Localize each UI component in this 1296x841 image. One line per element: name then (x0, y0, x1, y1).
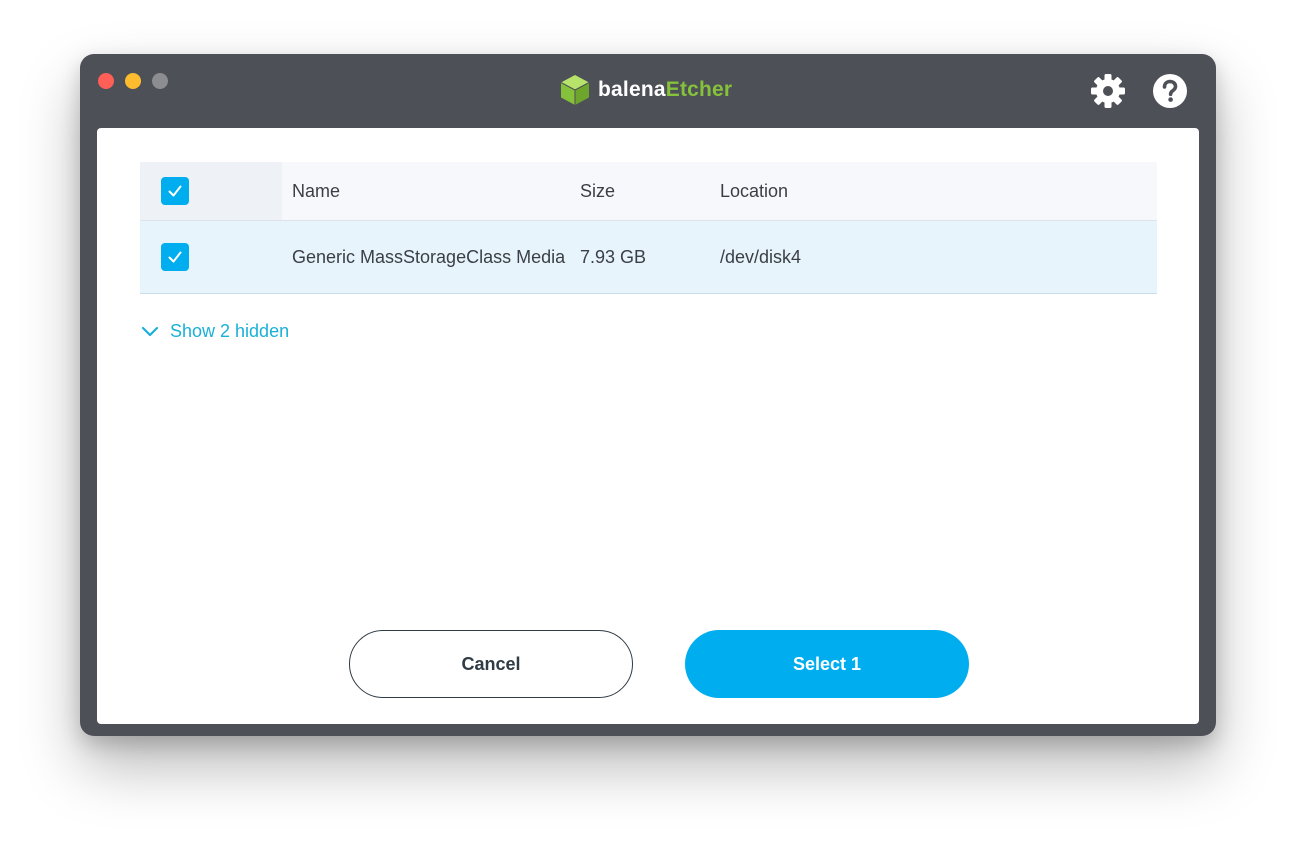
select-all-checkbox[interactable] (161, 177, 189, 205)
maximize-window-button[interactable] (152, 73, 168, 89)
settings-button[interactable] (1090, 73, 1126, 109)
row-checkbox[interactable] (161, 243, 189, 271)
help-icon (1153, 74, 1187, 108)
brand-etcher-text: Etcher (665, 78, 733, 101)
close-window-button[interactable] (98, 73, 114, 89)
column-header-location[interactable]: Location (720, 181, 1157, 202)
row-check-cell (140, 221, 282, 293)
brand-balena-text: balena (598, 78, 666, 101)
help-button[interactable] (1152, 73, 1188, 109)
gear-icon (1091, 74, 1125, 108)
drive-size: 7.93 GB (580, 246, 647, 267)
chevron-down-icon (141, 326, 159, 336)
table-header: Name Size Location (140, 162, 1157, 221)
app-title: balenaEtcher (598, 78, 732, 102)
balena-cube-icon (560, 75, 590, 105)
checkmark-icon (168, 251, 182, 263)
show-hidden-toggle[interactable]: Show 2 hidden (140, 321, 289, 342)
drive-selector-panel: Name Size Location Generic MassStorageCl… (97, 128, 1199, 724)
column-header-size[interactable]: Size (580, 181, 720, 202)
app-window: balenaEtcher Name Size Location Generic … (80, 54, 1216, 736)
app-logo: balenaEtcher (560, 74, 732, 106)
drive-location: /dev/disk4 (720, 246, 802, 267)
drive-table: Name Size Location Generic MassStorageCl… (140, 162, 1157, 294)
cancel-button[interactable]: Cancel (349, 630, 633, 698)
show-hidden-label: Show 2 hidden (170, 321, 290, 341)
window-controls (98, 73, 168, 89)
select-button[interactable]: Select 1 (685, 630, 969, 698)
checkmark-icon (168, 185, 182, 197)
column-header-name[interactable]: Name (282, 181, 580, 202)
header-check-cell (140, 162, 282, 220)
minimize-window-button[interactable] (125, 73, 141, 89)
table-row[interactable]: Generic MassStorageClass Media 7.93 GB /… (140, 221, 1157, 294)
drive-name: Generic MassStorageClass Media (292, 246, 566, 267)
